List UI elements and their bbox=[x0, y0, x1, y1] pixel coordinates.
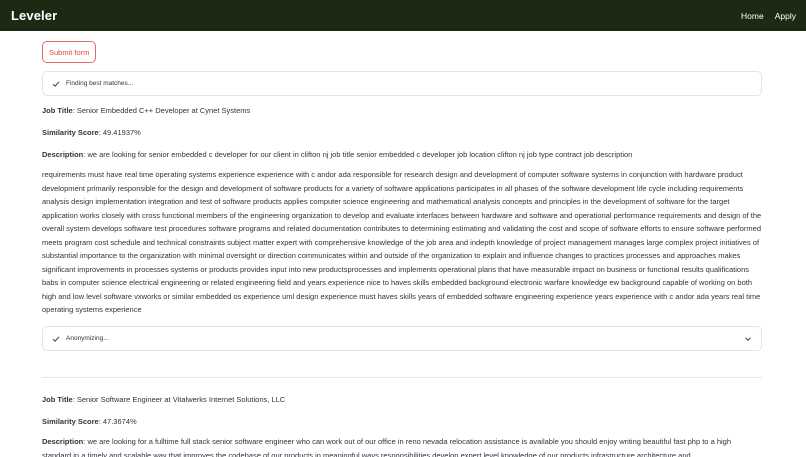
job-title-label: Job Title bbox=[42, 395, 73, 404]
description-line: Description: we are looking for senior e… bbox=[42, 150, 633, 159]
nav-links: Home Apply bbox=[741, 11, 796, 21]
check-icon bbox=[52, 335, 60, 343]
top-navbar: Leveler Home Apply bbox=[0, 0, 806, 31]
description-line: Description: we are looking for a fullti… bbox=[42, 435, 762, 457]
similarity-value: 47.3674% bbox=[102, 417, 137, 426]
result-divider bbox=[42, 377, 762, 378]
anonymizing-status[interactable]: Anonymizing... bbox=[42, 326, 762, 351]
finding-matches-status[interactable]: Finding best matches... bbox=[42, 71, 762, 96]
description-label: Description bbox=[42, 437, 84, 446]
similarity-label: Similarity Score bbox=[42, 128, 99, 137]
job-title-value: Senior Embedded C++ Developer at Cynet S… bbox=[76, 106, 251, 115]
result-card: Job Title: Senior Embedded C++ Developer… bbox=[42, 106, 762, 317]
description-body: requirements must have real time operati… bbox=[42, 170, 762, 314]
nav-apply-link[interactable]: Apply bbox=[775, 11, 796, 21]
result-card: Job Title: Senior Software Engineer at V… bbox=[42, 395, 762, 457]
status-text: Anonymizing... bbox=[66, 335, 109, 342]
description-intro: we are looking for senior embedded c dev… bbox=[87, 150, 633, 159]
job-title-line: Job Title: Senior Embedded C++ Developer… bbox=[42, 106, 251, 115]
description-label: Description bbox=[42, 150, 84, 159]
job-title-label: Job Title bbox=[42, 106, 73, 115]
similarity-line: Similarity Score: 49.41937% bbox=[42, 128, 141, 137]
check-icon bbox=[52, 80, 60, 88]
job-title-value: Senior Software Engineer at Vitalwerks I… bbox=[76, 395, 286, 404]
chevron-down-icon[interactable] bbox=[744, 335, 752, 343]
submit-form-button[interactable]: Submit form bbox=[42, 41, 97, 63]
description-intro: we are looking for a fulltime full stack… bbox=[42, 437, 731, 457]
similarity-value: 49.41937% bbox=[102, 128, 141, 137]
similarity-label: Similarity Score bbox=[42, 417, 99, 426]
status-text: Finding best matches... bbox=[66, 80, 134, 87]
similarity-line: Similarity Score: 47.3674% bbox=[42, 417, 137, 426]
nav-home-link[interactable]: Home bbox=[741, 11, 764, 21]
job-title-line: Job Title: Senior Software Engineer at V… bbox=[42, 395, 286, 404]
brand-logo[interactable]: Leveler bbox=[11, 8, 57, 23]
